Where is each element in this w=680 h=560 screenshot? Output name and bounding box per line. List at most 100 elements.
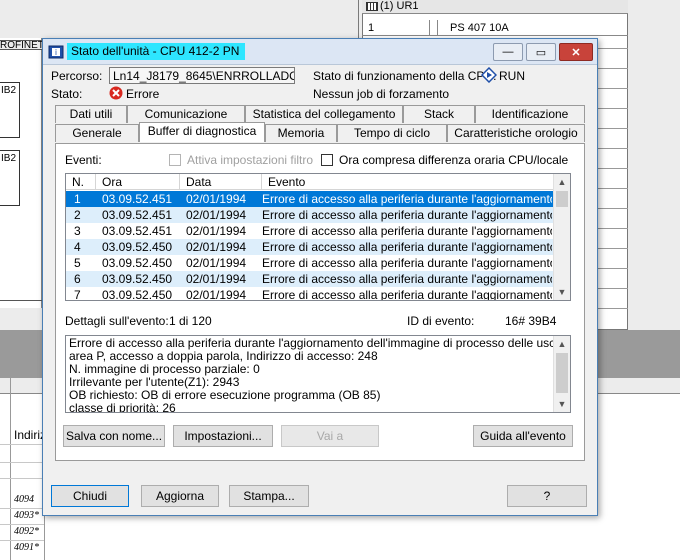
tab-comunicazione[interactable]: Comunicazione [127, 105, 245, 123]
event-id-value: 16# 39B4 [505, 314, 557, 328]
tab-statistica-collegamento[interactable]: Statistica del collegamento [245, 105, 403, 123]
table-row[interactable]: 4 03.09.52.450 02/01/1994 Errore di acce… [66, 239, 554, 255]
scroll-up-icon[interactable]: ▲ [554, 336, 570, 352]
background-address-cell: 4091* [14, 542, 39, 553]
events-list-header: N. Ora Data Evento [66, 174, 554, 190]
background-grid-line [10, 378, 11, 560]
details-line: classe di priorità: 26 [69, 401, 176, 413]
cell-n: 6 [74, 272, 81, 286]
filter-checkbox [169, 154, 181, 166]
tab-memoria[interactable]: Memoria [265, 124, 337, 142]
cpu-state-label: Stato di funzionamento della CPU: [313, 69, 497, 83]
column-header-evento[interactable]: Evento [262, 174, 554, 190]
module-status-dialog: i Stato dell'unità - CPU 412-2 PN — ▭ ✕ … [42, 38, 598, 516]
events-label: Eventi: [65, 153, 102, 167]
scroll-up-icon[interactable]: ▲ [554, 174, 570, 190]
cell-event: Errore di accesso alla periferia durante… [262, 240, 552, 254]
print-button[interactable]: Stampa... [229, 485, 309, 507]
close-window-button[interactable]: ✕ [559, 43, 593, 61]
table-row[interactable]: 2 03.09.52.451 02/01/1994 Errore di acce… [66, 207, 554, 223]
help-button[interactable]: ? [507, 485, 587, 507]
cell-event: Errore di accesso alla periferia durante… [262, 256, 552, 270]
scroll-down-icon[interactable]: ▼ [554, 284, 570, 300]
cell-date: 02/01/1994 [186, 240, 247, 254]
table-row[interactable]: 7 03.09.52.450 02/01/1994 Errore di acce… [66, 287, 554, 301]
cell-n: 7 [74, 288, 81, 301]
details-position: 1 di 120 [169, 314, 212, 328]
background-grid-line [0, 478, 44, 479]
rack-slot: 1 [362, 20, 430, 36]
path-label: Percorso: [51, 69, 103, 83]
time-diff-checkbox[interactable] [321, 154, 333, 166]
cell-n: 1 [74, 192, 81, 206]
tab-dati-utili[interactable]: Dati utili [55, 105, 127, 123]
event-details-textbox[interactable]: Errore di accesso alla periferia durante… [65, 335, 571, 413]
cell-date: 02/01/1994 [186, 288, 247, 301]
filter-checkbox-label: Attiva impostazioni filtro [187, 153, 314, 167]
close-button[interactable]: Chiudi [51, 485, 129, 507]
cell-event: Errore di accesso alla periferia durante… [262, 192, 552, 206]
cell-date: 02/01/1994 [186, 192, 247, 206]
save-as-button[interactable]: Salva con nome... [63, 425, 165, 447]
rack-slot-spacer [430, 20, 438, 36]
dialog-titlebar[interactable]: i Stato dell'unità - CPU 412-2 PN — ▭ ✕ [43, 39, 597, 65]
cell-date: 02/01/1994 [186, 256, 247, 270]
cell-time: 03.09.52.451 [102, 192, 173, 206]
path-field[interactable]: Ln14_J8179_8645\ENRROLLADOR\ [109, 67, 295, 84]
tab-caratteristiche-orologio[interactable]: Caratteristiche orologio [447, 124, 585, 142]
restore-button[interactable]: ▭ [526, 43, 556, 61]
background-address-cell: 4093* [14, 510, 39, 521]
goto-button: Vai a [281, 425, 379, 447]
rack-module: PS 407 10A [450, 22, 509, 34]
table-row[interactable]: 5 03.09.52.450 02/01/1994 Errore di acce… [66, 255, 554, 271]
cpu-state-value: RUN [499, 69, 525, 83]
rack-icon [366, 1, 378, 11]
background-node: IB2 [0, 82, 20, 138]
cell-event: Errore di accesso alla periferia durante… [262, 288, 552, 301]
details-scrollbar[interactable]: ▲ ▼ [553, 336, 570, 412]
background-grid-line [0, 462, 44, 463]
background-grid-line [0, 540, 44, 541]
cell-n: 2 [74, 208, 81, 222]
state-value: Errore [126, 87, 160, 101]
cell-time: 03.09.52.450 [102, 256, 173, 270]
tab-generale[interactable]: Generale [55, 124, 139, 142]
table-row[interactable]: 1 03.09.52.451 02/01/1994 Errore di acce… [66, 191, 554, 207]
events-list[interactable]: N. Ora Data Evento 1 03.09.52.451 02/01/… [65, 173, 571, 301]
scroll-down-icon[interactable]: ▼ [554, 396, 570, 412]
cell-event: Errore di accesso alla periferia durante… [262, 224, 552, 238]
table-row[interactable]: 6 03.09.52.450 02/01/1994 Errore di acce… [66, 271, 554, 287]
tab-identificazione[interactable]: Identificazione [475, 105, 585, 123]
cell-n: 5 [74, 256, 81, 270]
cell-event: Errore di accesso alla periferia durante… [262, 208, 552, 222]
svg-text:i: i [55, 48, 57, 57]
scroll-thumb[interactable] [556, 191, 568, 207]
background-address-cell: 4094 [14, 494, 34, 505]
cell-event: Errore di accesso alla periferia durante… [262, 272, 552, 286]
settings-button[interactable]: Impostazioni... [173, 425, 273, 447]
table-row[interactable]: 3 03.09.52.451 02/01/1994 Errore di acce… [66, 223, 554, 239]
cpu-status-icon: i [48, 45, 64, 59]
refresh-button[interactable]: Aggiorna [141, 485, 219, 507]
scroll-thumb[interactable] [556, 353, 568, 393]
tab-stack[interactable]: Stack [403, 105, 475, 123]
background-rack-row: 1 PS 407 10A [362, 20, 628, 36]
column-header-n[interactable]: N. [66, 174, 96, 190]
column-header-data[interactable]: Data [180, 174, 262, 190]
background-grid-line [0, 524, 44, 525]
tab-tempo-ciclo[interactable]: Tempo di ciclo [337, 124, 447, 142]
cell-time: 03.09.52.451 [102, 224, 173, 238]
cell-time: 03.09.52.450 [102, 288, 173, 301]
time-diff-checkbox-label[interactable]: Ora compresa differenza oraria CPU/local… [339, 153, 568, 167]
cell-date: 02/01/1994 [186, 224, 247, 238]
state-label: Stato: [51, 87, 83, 101]
forcing-status: Nessun job di forzamento [313, 87, 450, 101]
run-state-icon [481, 67, 497, 83]
minimize-button[interactable]: — [493, 43, 523, 61]
cell-date: 02/01/1994 [186, 208, 247, 222]
background-address-cell: 4092* [14, 526, 39, 537]
events-list-scrollbar[interactable]: ▲ ▼ [553, 174, 570, 300]
tab-buffer-diagnostica[interactable]: Buffer di diagnostica [139, 122, 265, 142]
column-header-ora[interactable]: Ora [96, 174, 180, 190]
event-help-button[interactable]: Guida all'evento [473, 425, 573, 447]
